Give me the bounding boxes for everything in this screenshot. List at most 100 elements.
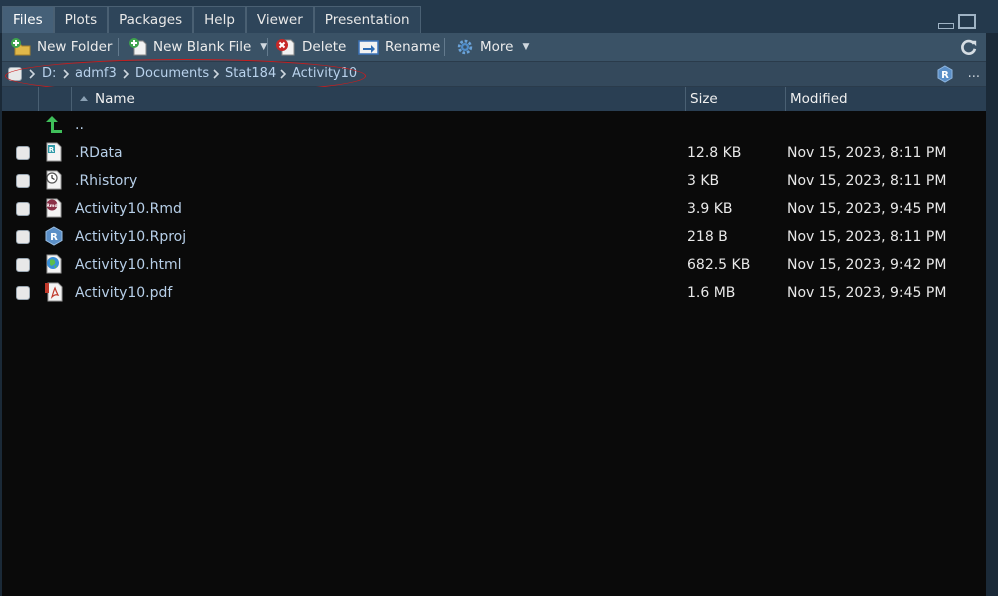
table-row[interactable]: .Rhistory 3 KB Nov 15, 2023, 8:11 PM	[2, 167, 986, 195]
go-to-project-directory-icon[interactable]: R	[936, 65, 954, 83]
chevron-right-icon	[213, 69, 220, 79]
breadcrumb-item-documents[interactable]: Documents	[135, 62, 209, 86]
file-modified: Nov 15, 2023, 8:11 PM	[787, 173, 947, 189]
file-size: 12.8 KB	[687, 145, 742, 161]
rproj-icon: R	[45, 226, 63, 246]
file-modified: Nov 15, 2023, 8:11 PM	[787, 145, 947, 161]
column-divider	[71, 87, 72, 111]
svg-text:R: R	[941, 70, 949, 81]
column-header-name[interactable]: Name	[95, 87, 135, 111]
tab-presentation[interactable]: Presentation	[313, 6, 421, 33]
toolbar-divider	[118, 38, 119, 56]
new-blank-file-button[interactable]: New Blank File ▼	[128, 33, 267, 61]
more-menu-button[interactable]: More ▼	[455, 33, 529, 61]
new-blank-file-label: New Blank File	[153, 39, 252, 55]
breadcrumb-item-activity10[interactable]: Activity10	[292, 62, 357, 86]
tab-viewer[interactable]: Viewer	[245, 6, 314, 33]
pane-scrollbar[interactable]	[986, 33, 998, 596]
parent-directory-link[interactable]: ..	[75, 111, 84, 139]
table-row[interactable]: R Activity10.Rproj 218 B Nov 15, 2023, 8…	[2, 223, 986, 251]
file-modified: Nov 15, 2023, 9:42 PM	[787, 257, 947, 273]
file-checkbox[interactable]	[16, 286, 30, 300]
table-row[interactable]: Activity10.html 682.5 KB Nov 15, 2023, 9…	[2, 251, 986, 279]
go-up-arrow-icon	[46, 116, 62, 133]
breadcrumb-item-drive[interactable]: D:	[42, 62, 56, 86]
maximize-pane-icon[interactable]	[958, 14, 976, 29]
rename-icon	[358, 40, 379, 55]
file-list: .. R .RData 12.8 KB Nov 15, 2023, 8:11 P…	[2, 111, 986, 596]
tab-packages[interactable]: Packages	[108, 6, 194, 33]
sort-ascending-icon	[80, 96, 88, 101]
select-all-checkbox[interactable]	[8, 67, 22, 81]
delete-label: Delete	[302, 39, 347, 55]
column-divider	[785, 87, 786, 111]
files-toolbar: New Folder New Blank File ▼ Delete Renam…	[2, 33, 986, 62]
svg-text:R: R	[49, 146, 55, 154]
file-name[interactable]: Activity10.pdf	[75, 279, 172, 307]
file-modified: Nov 15, 2023, 8:11 PM	[787, 229, 947, 245]
new-file-icon	[129, 38, 147, 56]
file-name[interactable]: .RData	[75, 139, 123, 167]
file-name[interactable]: Activity10.html	[75, 251, 182, 279]
file-list-header: Name Size Modified	[2, 87, 986, 112]
column-header-size[interactable]: Size	[690, 87, 718, 111]
chevron-down-icon: ▼	[522, 42, 530, 52]
pane-window-controls	[938, 14, 976, 29]
file-name[interactable]: Activity10.Rproj	[75, 223, 186, 251]
svg-text:Rmd: Rmd	[46, 203, 57, 209]
table-row[interactable]: R .RData 12.8 KB Nov 15, 2023, 8:11 PM	[2, 139, 986, 167]
chevron-right-icon	[63, 69, 70, 79]
file-modified: Nov 15, 2023, 9:45 PM	[787, 285, 947, 301]
file-size: 1.6 MB	[687, 285, 736, 301]
refresh-icon[interactable]	[960, 38, 978, 56]
breadcrumb-item-stat184[interactable]: Stat184	[225, 62, 276, 86]
column-divider	[38, 87, 39, 111]
tab-files[interactable]: Files	[2, 6, 54, 33]
file-checkbox[interactable]	[16, 230, 30, 244]
pdf-icon	[45, 282, 63, 302]
chevron-right-icon	[123, 69, 130, 79]
chevron-right-icon	[29, 69, 36, 79]
toolbar-divider	[444, 38, 445, 56]
file-checkbox[interactable]	[16, 146, 30, 160]
rmd-icon: Rmd	[46, 198, 62, 218]
more-label: More	[480, 39, 514, 55]
file-size: 3.9 KB	[687, 201, 733, 217]
more-path-options-button[interactable]: ...	[968, 62, 980, 86]
column-header-modified[interactable]: Modified	[790, 87, 848, 111]
rename-button[interactable]: Rename	[358, 33, 440, 61]
svg-text:R: R	[50, 232, 58, 243]
file-name[interactable]: Activity10.Rmd	[75, 195, 182, 223]
chevron-right-icon	[280, 69, 287, 79]
pane-tab-bar: Files Plots Packages Help Viewer Present…	[0, 0, 998, 33]
column-divider	[685, 87, 686, 111]
tab-help[interactable]: Help	[193, 6, 246, 33]
file-modified: Nov 15, 2023, 9:45 PM	[787, 201, 947, 217]
gear-icon	[457, 39, 473, 55]
file-name[interactable]: .Rhistory	[75, 167, 137, 195]
new-folder-label: New Folder	[37, 39, 113, 55]
parent-directory-row[interactable]: ..	[2, 111, 986, 139]
table-row[interactable]: Rmd Activity10.Rmd 3.9 KB Nov 15, 2023, …	[2, 195, 986, 223]
rename-label: Rename	[385, 39, 441, 55]
new-folder-icon	[11, 38, 31, 56]
breadcrumb: D: admf3 Documents Stat184 Activity10 R …	[2, 62, 986, 87]
file-checkbox[interactable]	[16, 174, 30, 188]
table-row[interactable]: Activity10.pdf 1.6 MB Nov 15, 2023, 9:45…	[2, 279, 986, 307]
file-size: 3 KB	[687, 173, 720, 189]
tab-plots[interactable]: Plots	[53, 6, 109, 33]
rdata-icon: R	[46, 142, 62, 162]
html-icon	[46, 254, 62, 274]
delete-icon	[276, 39, 295, 56]
delete-button[interactable]: Delete	[275, 33, 346, 61]
rhistory-icon	[46, 170, 62, 190]
breadcrumb-item-admf3[interactable]: admf3	[75, 62, 117, 86]
pane-tabs: Files Plots Packages Help Viewer Present…	[2, 6, 421, 33]
file-checkbox[interactable]	[16, 202, 30, 216]
file-checkbox[interactable]	[16, 258, 30, 272]
minimize-pane-icon[interactable]	[938, 23, 954, 29]
file-size: 218 B	[687, 229, 728, 245]
file-size: 682.5 KB	[687, 257, 751, 273]
new-folder-button[interactable]: New Folder	[10, 33, 112, 61]
toolbar-divider	[267, 38, 268, 56]
